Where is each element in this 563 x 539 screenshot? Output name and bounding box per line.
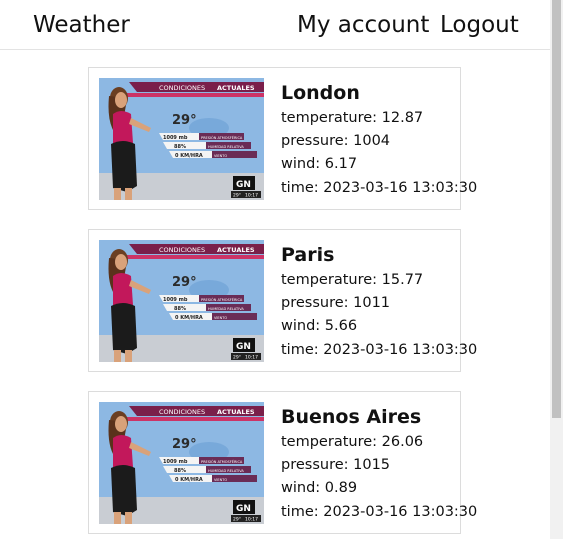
weather-thumbnail: CONDICIONES ACTUALES 29° 1009 mb 88% 0 K… (99, 240, 264, 362)
time-value: time: 2023-03-16 13:03:30 (281, 342, 478, 358)
svg-text:VIENTO: VIENTO (214, 154, 227, 158)
weather-presenter-image: CONDICIONES ACTUALES 29° 1009 mb 88% 0 K… (99, 240, 264, 362)
scrollbar-thumb[interactable] (552, 0, 561, 418)
my-account-link[interactable]: My account (297, 9, 429, 41)
wind-value: wind: 6.17 (281, 156, 358, 172)
svg-text:29°: 29° (172, 275, 197, 290)
svg-text:88%: 88% (174, 144, 186, 150)
svg-text:CONDICIONES: CONDICIONES (159, 84, 205, 92)
svg-text:PRESIÓN ATMOSFÉRICA: PRESIÓN ATMOSFÉRICA (201, 459, 243, 464)
svg-text:29°: 29° (233, 517, 241, 523)
temperature-value: temperature: 15.77 (281, 272, 424, 288)
svg-text:0 KM/HRA: 0 KM/HRA (175, 477, 203, 483)
city-name: Buenos Aires (281, 406, 422, 428)
svg-text:ACTUALES: ACTUALES (217, 84, 255, 92)
wind-value: wind: 5.66 (281, 318, 358, 334)
svg-text:CONDICIONES: CONDICIONES (159, 246, 205, 254)
temperature-value: temperature: 26.06 (281, 434, 424, 450)
svg-text:GN: GN (236, 342, 251, 352)
svg-text:29°: 29° (233, 355, 241, 361)
svg-text:CONDICIONES: CONDICIONES (159, 408, 205, 416)
svg-text:10:17: 10:17 (245, 355, 258, 361)
svg-text:1009 mb: 1009 mb (163, 135, 188, 141)
svg-text:HUMEDAD RELATIVA: HUMEDAD RELATIVA (208, 307, 244, 311)
temperature-value: temperature: 12.87 (281, 110, 424, 126)
svg-text:1009 mb: 1009 mb (163, 459, 188, 465)
wind-value: wind: 0.89 (281, 480, 358, 496)
svg-text:PRESIÓN ATMOSFÉRICA: PRESIÓN ATMOSFÉRICA (201, 135, 243, 140)
city-card: CONDICIONES ACTUALES 29° 1009 mb 88% 0 K… (88, 229, 477, 372)
svg-text:HUMEDAD RELATIVA: HUMEDAD RELATIVA (208, 469, 244, 473)
svg-text:29°: 29° (172, 437, 197, 452)
pressure-value: pressure: 1015 (281, 457, 391, 473)
svg-text:GN: GN (236, 180, 251, 190)
pressure-value: pressure: 1004 (281, 133, 391, 149)
city-name: London (281, 82, 360, 104)
page-viewport: Weather My account Logout CONDICIONES AC… (0, 0, 550, 539)
svg-text:10:17: 10:17 (245, 517, 258, 523)
svg-text:10:17: 10:17 (245, 193, 258, 199)
svg-text:1009 mb: 1009 mb (163, 297, 188, 303)
pressure-value: pressure: 1011 (281, 295, 391, 311)
weather-thumbnail: CONDICIONES ACTUALES 29° 1009 mb 88% 0 K… (99, 78, 264, 200)
svg-text:0 KM/HRA: 0 KM/HRA (175, 315, 203, 321)
svg-text:HUMEDAD RELATIVA: HUMEDAD RELATIVA (208, 145, 244, 149)
svg-text:88%: 88% (174, 468, 186, 474)
navbar: Weather My account Logout (0, 0, 550, 50)
logout-link[interactable]: Logout (440, 9, 519, 41)
svg-text:PRESIÓN ATMOSFÉRICA: PRESIÓN ATMOSFÉRICA (201, 297, 243, 302)
city-name: Paris (281, 244, 335, 266)
brand-link[interactable]: Weather (33, 9, 130, 41)
svg-text:ACTUALES: ACTUALES (217, 246, 255, 254)
weather-presenter-image: CONDICIONES ACTUALES 29° 1009 mb 88% 0 K… (99, 402, 264, 524)
svg-text:ACTUALES: ACTUALES (217, 408, 255, 416)
time-value: time: 2023-03-16 13:03:30 (281, 180, 478, 196)
svg-text:VIENTO: VIENTO (214, 316, 227, 320)
city-card: CONDICIONES ACTUALES 29° 1009 mb 88% 0 K… (88, 67, 477, 210)
svg-text:GN: GN (236, 504, 251, 514)
weather-presenter-image: CONDICIONES ACTUALES 29° 1009 mb 88% 0 K… (99, 78, 264, 200)
city-card: CONDICIONES ACTUALES 29° 1009 mb 88% 0 K… (88, 391, 477, 534)
svg-text:29°: 29° (233, 193, 241, 199)
svg-text:VIENTO: VIENTO (214, 478, 227, 482)
weather-thumbnail: CONDICIONES ACTUALES 29° 1009 mb 88% 0 K… (99, 402, 264, 524)
svg-text:88%: 88% (174, 306, 186, 312)
time-value: time: 2023-03-16 13:03:30 (281, 504, 478, 520)
svg-text:0 KM/HRA: 0 KM/HRA (175, 153, 203, 159)
svg-text:29°: 29° (172, 113, 197, 128)
